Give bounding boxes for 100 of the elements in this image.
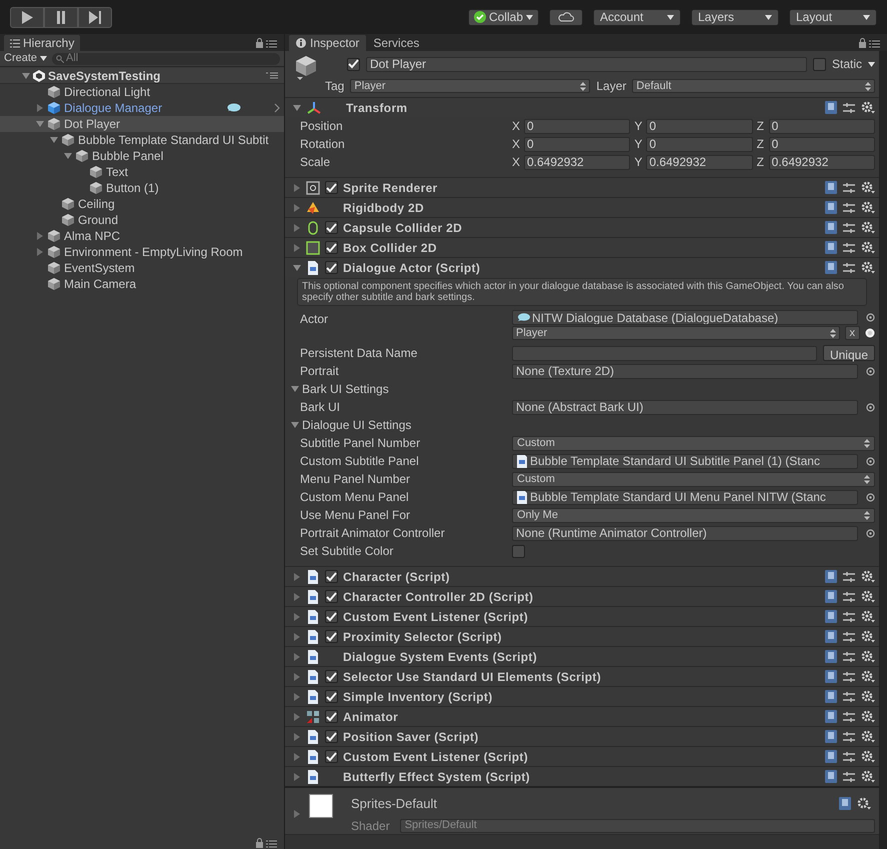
enable-checkbox[interactable]	[325, 730, 338, 743]
help-icon[interactable]	[825, 750, 837, 763]
gear-icon[interactable]	[861, 610, 875, 623]
component-header[interactable]: Selector Use Standard UI Elements (Script)	[285, 666, 879, 686]
target-icon[interactable]	[866, 402, 875, 412]
foldout-icon[interactable]	[64, 152, 72, 160]
component-header[interactable]: Position Saver (Script)	[285, 726, 879, 746]
enable-checkbox[interactable]	[325, 261, 338, 274]
sliders-icon[interactable]	[843, 770, 855, 782]
enable-checkbox[interactable]	[325, 610, 338, 623]
help-icon[interactable]	[825, 590, 837, 603]
help-icon[interactable]	[825, 610, 837, 623]
foldout-icon[interactable]	[291, 421, 299, 429]
section-label[interactable]: Dialogue UI Settings	[302, 416, 412, 434]
enable-checkbox[interactable]	[325, 670, 338, 683]
hierarchy-item[interactable]: Button (1)	[0, 180, 284, 196]
hierarchy-item[interactable]: Dot Player	[0, 116, 284, 132]
help-icon[interactable]	[825, 770, 837, 783]
help-icon[interactable]	[825, 690, 837, 703]
sliders-icon[interactable]	[843, 690, 855, 702]
component-header[interactable]: Simple Inventory (Script)	[285, 686, 879, 706]
text-field[interactable]	[512, 346, 817, 360]
component-header[interactable]: Box Collider 2D	[285, 237, 879, 257]
gear-icon[interactable]	[861, 770, 875, 783]
gear-icon[interactable]	[861, 181, 875, 194]
help-icon[interactable]	[825, 710, 837, 723]
lock-icon[interactable]	[256, 38, 278, 48]
gear-icon[interactable]	[861, 670, 875, 683]
hierarchy-item[interactable]: EventSystem	[0, 260, 284, 276]
component-header[interactable]: Dialogue System Events (Script)	[285, 646, 879, 666]
lock-icon[interactable]	[256, 838, 278, 848]
help-icon[interactable]	[825, 730, 837, 743]
static-checkbox[interactable]	[812, 58, 826, 70]
component-header[interactable]: Character Controller 2D (Script)	[285, 586, 879, 606]
sliders-icon[interactable]	[843, 730, 855, 742]
scene-row[interactable]: SaveSystemTesting	[0, 68, 284, 84]
play-button[interactable]	[10, 6, 44, 28]
menu-dropdown[interactable]: Account	[593, 8, 681, 26]
sliders-icon[interactable]	[843, 222, 855, 234]
foldout-icon[interactable]	[36, 120, 44, 128]
target-icon[interactable]	[866, 528, 875, 538]
gear-icon[interactable]	[857, 797, 871, 810]
lock-icon[interactable]	[859, 38, 881, 48]
sliders-icon[interactable]	[843, 610, 855, 622]
help-icon[interactable]	[825, 670, 837, 683]
sliders-icon[interactable]	[843, 202, 855, 214]
hierarchy-tab[interactable]: Hierarchy	[4, 35, 80, 51]
hierarchy-item[interactable]: Alma NPC	[0, 228, 284, 244]
number-field[interactable]: 0.6492932	[646, 154, 753, 170]
sliders-icon[interactable]	[843, 590, 855, 602]
object-field[interactable]: Bubble Template Standard UI Subtitle Panel (1) (Stanc	[512, 454, 858, 468]
number-field[interactable]: 0	[768, 136, 875, 152]
component-header[interactable]: Rigidbody 2D	[285, 197, 879, 217]
component-header[interactable]: Sprite Renderer	[285, 177, 879, 197]
help-icon[interactable]	[825, 261, 837, 274]
dropdown[interactable]: Custom	[512, 436, 875, 450]
component-header[interactable]: Animator	[285, 706, 879, 726]
clear-button[interactable]: x	[844, 326, 860, 340]
help-icon[interactable]	[839, 797, 851, 810]
foldout-icon[interactable]	[50, 136, 58, 144]
object-field[interactable]: None (Texture 2D)	[512, 364, 858, 378]
help-icon[interactable]	[825, 241, 837, 254]
gear-icon[interactable]	[861, 261, 875, 274]
radio-dot-icon[interactable]	[865, 328, 875, 338]
unique-button[interactable]: Unique	[822, 345, 875, 361]
gear-icon[interactable]	[861, 201, 875, 214]
sliders-icon[interactable]	[843, 242, 855, 254]
enable-checkbox[interactable]	[325, 241, 338, 254]
gear-icon[interactable]	[861, 750, 875, 763]
enable-checkbox[interactable]	[325, 221, 338, 234]
target-icon[interactable]	[866, 456, 875, 466]
help-icon[interactable]	[825, 101, 837, 114]
component-header[interactable]: Dialogue Actor (Script)	[285, 257, 879, 277]
cloud-button[interactable]	[549, 8, 583, 26]
target-icon[interactable]	[866, 313, 875, 322]
foldout-icon[interactable]	[22, 72, 30, 80]
hierarchy-item[interactable]: Bubble Panel	[0, 148, 284, 164]
number-field[interactable]: 0	[646, 136, 753, 152]
menu-dropdown[interactable]: Layers	[691, 8, 779, 26]
sliders-icon[interactable]	[843, 710, 855, 722]
pause-button[interactable]	[44, 6, 78, 28]
component-header[interactable]: Butterfly Effect System (Script)	[285, 766, 879, 786]
dropdown[interactable]: Only Me	[512, 508, 875, 522]
hierarchy-item[interactable]: Environment - EmptyLiving Room	[0, 244, 284, 260]
number-field[interactable]: 0	[524, 118, 630, 134]
sliders-icon[interactable]	[843, 570, 855, 582]
object-field[interactable]: Bubble Template Standard UI Menu Panel NITW (Stanc	[512, 490, 858, 504]
sliders-icon[interactable]	[843, 182, 855, 194]
gear-icon[interactable]	[861, 241, 875, 254]
actor-dropdown[interactable]: Player	[512, 326, 840, 340]
sliders-icon[interactable]	[843, 262, 855, 274]
hierarchy-item[interactable]: Ceiling	[0, 196, 284, 212]
object-field[interactable]: NITW Dialogue Database (DialogueDatabase)	[512, 310, 858, 325]
hierarchy-item[interactable]: Bubble Template Standard UI Subtit	[0, 132, 284, 148]
sliders-icon[interactable]	[843, 750, 855, 762]
sliders-icon[interactable]	[843, 630, 855, 642]
component-header[interactable]: Proximity Selector (Script)	[285, 626, 879, 646]
panel-tab[interactable]: Inspector	[289, 35, 366, 51]
foldout-icon[interactable]	[293, 264, 301, 272]
help-icon[interactable]	[825, 630, 837, 643]
